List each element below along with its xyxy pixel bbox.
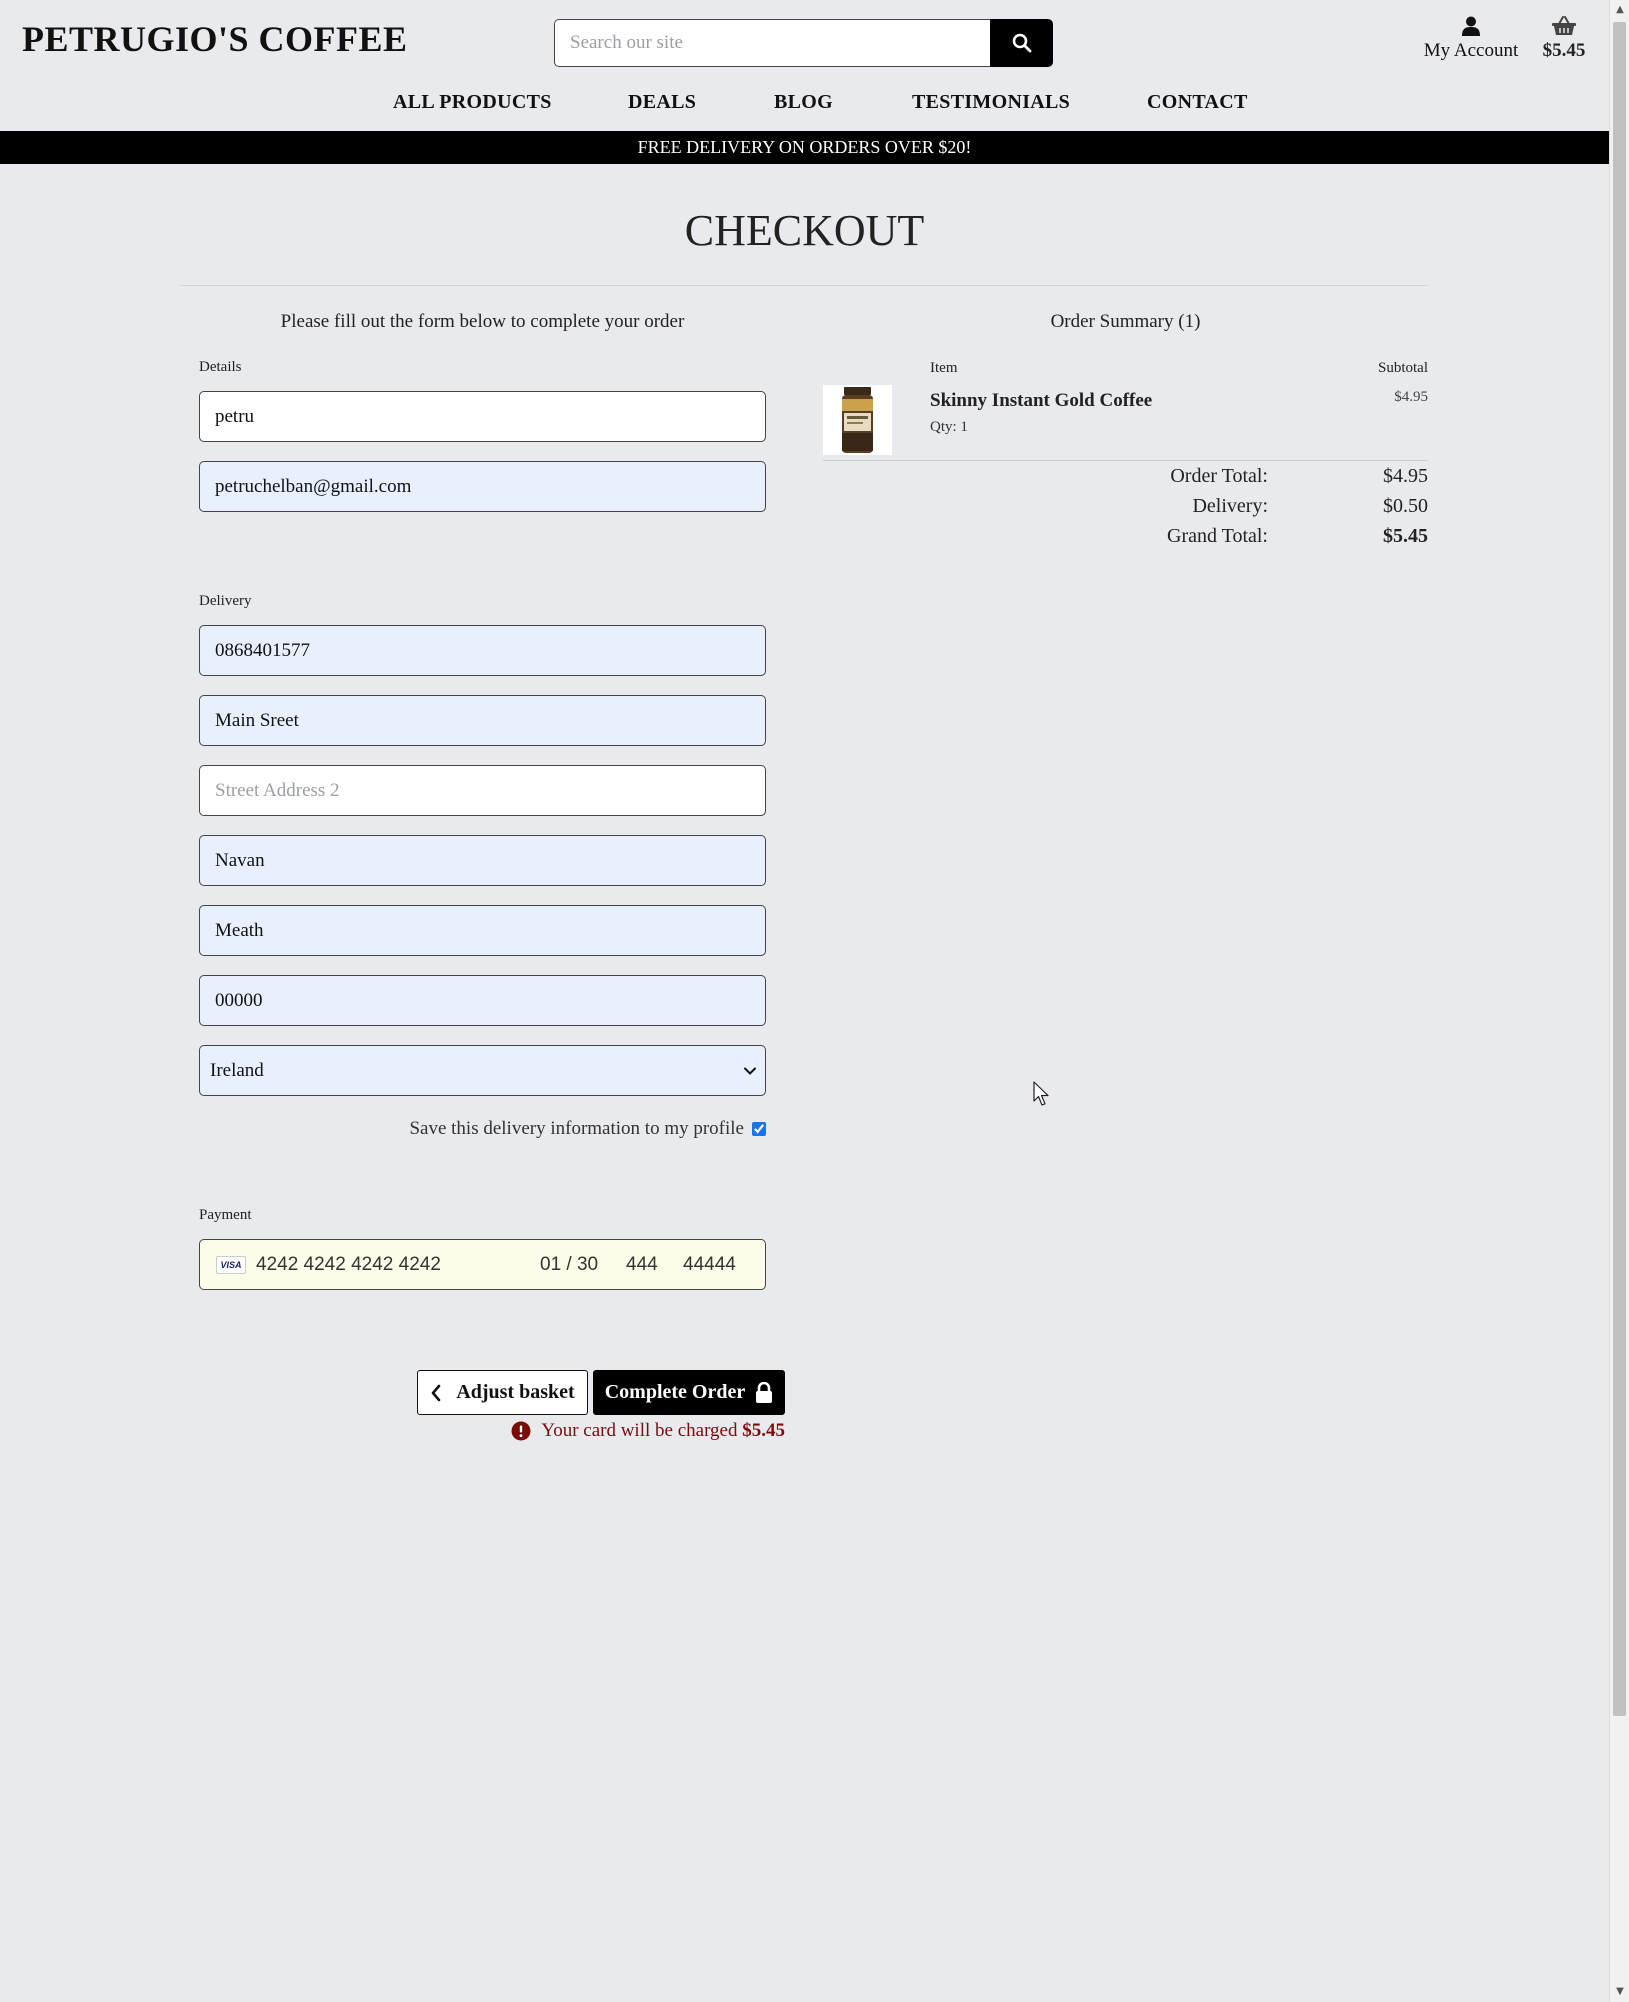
postcode-field[interactable] (199, 975, 766, 1026)
save-info-label: Save this delivery information to my pro… (409, 1118, 744, 1139)
nav-all-products[interactable]: ALL PRODUCTS (393, 91, 552, 114)
my-account-link[interactable]: My Account (1412, 14, 1530, 62)
adjust-basket-button[interactable]: Adjust basket (417, 1370, 588, 1415)
product-subtotal: $4.95 (1394, 389, 1428, 405)
email-field[interactable] (199, 461, 766, 512)
phone-field[interactable] (199, 625, 766, 676)
summary-divider (823, 460, 1428, 461)
card-zip[interactable]: 44444 (683, 1254, 736, 1276)
grand-total-value: $5.45 (1383, 525, 1428, 547)
chevron-down-icon (744, 1067, 756, 1075)
order-total-label: Order Total: (1170, 465, 1268, 487)
basket-total: $5.45 (1542, 40, 1586, 61)
save-info-row[interactable]: Save this delivery information to my pro… (199, 1118, 766, 1140)
country-select[interactable]: Ireland (199, 1045, 766, 1096)
title-divider (180, 285, 1428, 286)
delivery-banner: FREE DELIVERY ON ORDERS OVER $20! (0, 131, 1609, 164)
item-column-header: Item (930, 360, 958, 376)
scrollbar-thumb[interactable] (1613, 22, 1626, 1716)
nav-blog[interactable]: BLOG (774, 91, 833, 114)
search-form (554, 19, 1053, 67)
adjust-basket-label: Adjust basket (456, 1381, 575, 1403)
county-field[interactable] (199, 905, 766, 956)
main-nav: ALL PRODUCTS DEALS BLOG TESTIMONIALS CON… (0, 91, 1609, 119)
basket-icon (1552, 16, 1576, 35)
exclamation-circle-icon (511, 1421, 531, 1441)
charge-amount: $5.45 (742, 1420, 785, 1441)
charge-prefix: Your card will be charged (541, 1420, 738, 1441)
my-account-label: My Account (1423, 40, 1519, 61)
order-total-value: $4.95 (1383, 465, 1428, 487)
complete-order-button[interactable]: Complete Order (593, 1370, 785, 1415)
user-icon (1462, 16, 1480, 36)
search-icon (1012, 33, 1031, 53)
town-field[interactable] (199, 835, 766, 886)
delivery-legend: Delivery (199, 593, 252, 609)
search-button[interactable] (990, 19, 1053, 67)
product-image[interactable] (823, 385, 892, 455)
search-input[interactable] (554, 19, 990, 67)
delivery-value: $0.50 (1383, 495, 1428, 517)
chevron-left-icon (432, 1384, 441, 1401)
card-element[interactable]: VISA 4242 4242 4242 4242 01 / 30 444 444… (199, 1239, 766, 1290)
form-intro: Please fill out the form below to comple… (280, 311, 685, 332)
complete-order-label: Complete Order (604, 1381, 746, 1403)
page-title: CHECKOUT (684, 206, 925, 255)
charge-text: Your card will be charged $5.45 (541, 1420, 785, 1442)
product-name[interactable]: Skinny Instant Gold Coffee (930, 390, 1152, 412)
visa-card-icon: VISA (216, 1256, 246, 1274)
full-name-field[interactable] (199, 391, 766, 442)
charge-notice: Your card will be charged $5.45 (498, 1420, 785, 1442)
scroll-down-arrow-icon[interactable]: ▼ (1610, 1982, 1629, 2002)
street-address-2-field[interactable] (199, 765, 766, 816)
order-summary-title: Order Summary (1) (1050, 311, 1201, 332)
product-qty: Qty: 1 (930, 419, 968, 435)
site-logo[interactable]: PETRUGIO'S COFFEE (22, 18, 408, 60)
card-expiry[interactable]: 01 / 30 (540, 1254, 598, 1276)
nav-contact[interactable]: CONTACT (1147, 91, 1248, 114)
scroll-up-arrow-icon[interactable]: ▲ (1610, 0, 1629, 20)
delivery-label: Delivery: (1192, 495, 1268, 517)
card-cvc[interactable]: 444 (626, 1254, 658, 1276)
nav-testimonials[interactable]: TESTIMONIALS (912, 91, 1070, 114)
street-address-1-field[interactable] (199, 695, 766, 746)
page-scrollbar[interactable]: ▲ ▼ (1609, 0, 1629, 2002)
lock-icon (756, 1382, 773, 1403)
save-info-checkbox[interactable] (752, 1122, 766, 1136)
grand-total-label: Grand Total: (1167, 525, 1268, 547)
card-number[interactable]: 4242 4242 4242 4242 (256, 1254, 441, 1276)
basket-link[interactable]: $5.45 (1536, 14, 1592, 62)
nav-deals[interactable]: DEALS (628, 91, 696, 114)
payment-legend: Payment (199, 1207, 252, 1223)
subtotal-column-header: Subtotal (1377, 360, 1428, 376)
mouse-cursor-icon (1033, 1081, 1049, 1106)
details-legend: Details (199, 359, 242, 375)
